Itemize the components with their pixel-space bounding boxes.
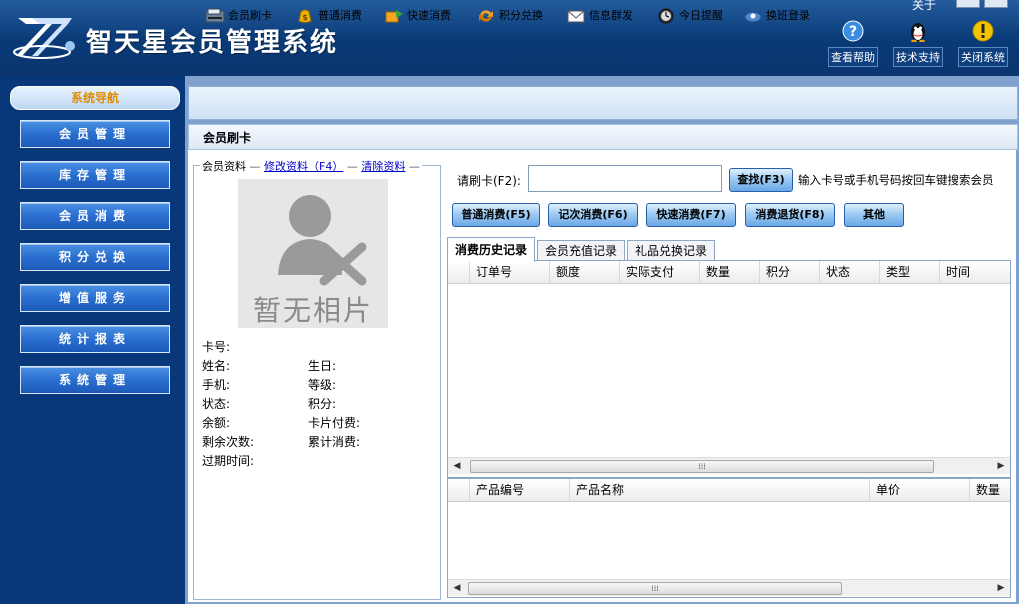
edit-profile-link[interactable]: 修改资料（F4） (264, 160, 343, 173)
maximize-button[interactable] (984, 0, 1008, 8)
field-birthday: 生日: (308, 359, 337, 373)
member-info-legend: 会员资料 — 修改资料（F4） — 清除资料 — (200, 158, 422, 174)
column-header[interactable]: 积分 (760, 261, 820, 283)
field-points: 积分: (308, 397, 337, 411)
toolbar-normal-spend[interactable]: $ 普通消费 (295, 6, 362, 26)
consumption-history-table[interactable]: 订单号 额度 实际支付 数量 积分 状态 类型 时间 ◀ ⁞⁞⁞ ▶ (447, 260, 1011, 478)
sidebar-item-member-management[interactable]: 会员管理 (20, 120, 170, 148)
sidebar-item-inventory-management[interactable]: 库存管理 (20, 161, 170, 189)
horizontal-scrollbar[interactable]: ◀ ⁞⁞⁞ ▶ (448, 457, 1010, 474)
product-detail-table[interactable]: 产品编号 产品名称 单价 数量 ◀ ⁞⁞⁞ ▶ (447, 478, 1011, 598)
tab-consumption-history[interactable]: 消费历史记录 (447, 237, 535, 262)
sidebar-item-system-management[interactable]: 系统管理 (20, 366, 170, 394)
toolbar-fast-spend[interactable]: 快速消费 (384, 6, 451, 26)
section-header (188, 124, 1018, 150)
shift-login-icon (744, 11, 762, 23)
field-status: 状态: (202, 397, 231, 411)
horizontal-scrollbar[interactable]: ◀ ⁞⁞⁞ ▶ (448, 579, 1010, 596)
sidebar-title: 系统导航 (10, 86, 180, 110)
field-card-number: 卡号: (202, 340, 231, 354)
field-total-spend: 累计消费: (308, 435, 361, 449)
column-header[interactable]: 单价 (870, 479, 970, 501)
fast-spend-icon (385, 10, 403, 23)
close-system-button[interactable]: 关闭系统 (958, 20, 1008, 67)
page-title: 会员刷卡 (203, 131, 252, 145)
card-number-input[interactable] (528, 165, 722, 192)
search-hint: 输入卡号或手机号码按回车键搜索会员 (798, 173, 994, 187)
toolbar-shift-login[interactable]: 换班登录 (743, 6, 810, 26)
toolbar-card-swipe[interactable]: 会员刷卡 (205, 6, 272, 26)
clear-profile-link[interactable]: 清除资料 (361, 160, 405, 173)
exchange-icon (479, 10, 493, 22)
sidebar-item-value-added-services[interactable]: 增值服务 (20, 284, 170, 312)
sidebar-item-member-consumption[interactable]: 会员消费 (20, 202, 170, 230)
member-photo-placeholder: 暂无相片 (238, 179, 388, 328)
row-indicator-header (448, 479, 470, 501)
column-header[interactable]: 产品编号 (470, 479, 570, 501)
column-header[interactable]: 状态 (820, 261, 880, 283)
svg-text:$: $ (302, 13, 308, 22)
tab-recharge-records[interactable]: 会员充值记录 (537, 240, 625, 261)
svg-text:?: ? (849, 24, 857, 40)
sidebar-item-points-exchange[interactable]: 积分兑换 (20, 243, 170, 271)
normal-spend-button[interactable]: 普通消费(F5) (452, 203, 540, 227)
scrollbar-thumb[interactable]: ⁞⁞⁞ (470, 460, 934, 473)
money-bag-icon: $ (298, 9, 312, 23)
no-photo-text: 暂无相片 (252, 294, 373, 327)
field-remaining-times: 剩余次数: (202, 435, 255, 449)
about-link[interactable]: 关于 (912, 0, 936, 13)
app-title: 智天星会员管理系统 (86, 28, 339, 58)
table-header: 订单号 额度 实际支付 数量 积分 状态 类型 时间 (448, 261, 1010, 284)
field-balance: 余额: (202, 416, 231, 430)
card-input-label: 请刷卡(F2): (457, 174, 521, 188)
field-phone: 手机: (202, 378, 231, 392)
column-header[interactable]: 额度 (550, 261, 620, 283)
support-button[interactable]: 技术支持 (893, 20, 943, 67)
scrollbar-thumb[interactable]: ⁞⁞⁞ (468, 582, 842, 595)
field-card-fee: 卡片付费: (308, 416, 361, 430)
sidebar-item-statistics-reports[interactable]: 统计报表 (20, 325, 170, 353)
help-button[interactable]: ? 查看帮助 (828, 20, 878, 67)
toolbar-points-exchange[interactable]: 积分兑换 (476, 6, 543, 26)
column-header[interactable]: 产品名称 (570, 479, 870, 501)
column-header[interactable]: 订单号 (470, 261, 550, 283)
window-controls (952, 0, 1008, 8)
column-header[interactable]: 时间 (940, 261, 1010, 283)
help-icon: ? (842, 20, 864, 42)
column-header[interactable]: 实际支付 (620, 261, 700, 283)
field-level: 等级: (308, 378, 337, 392)
row-indicator-header (448, 261, 470, 283)
clock-icon (658, 8, 674, 24)
app-logo (13, 18, 75, 59)
qq-penguin-icon (911, 23, 925, 42)
column-header[interactable]: 数量 (970, 479, 1010, 501)
mail-icon (567, 10, 585, 23)
scroll-left-arrow-icon[interactable]: ◀ (450, 581, 464, 595)
card-reader-icon (205, 8, 225, 23)
toolbar (188, 86, 1018, 120)
fast-spend-button[interactable]: 快速消费(F7) (646, 203, 736, 227)
field-name: 姓名: (202, 359, 231, 373)
return-goods-button[interactable]: 消费退货(F8) (745, 203, 835, 227)
tab-gift-exchange-records[interactable]: 礼品兑换记录 (627, 240, 715, 261)
scroll-left-arrow-icon[interactable]: ◀ (450, 459, 464, 473)
toolbar-today-reminder[interactable]: 今日提醒 (656, 6, 723, 26)
field-expiry-time: 过期时间: (202, 454, 255, 468)
column-header[interactable]: 数量 (700, 261, 760, 283)
warning-icon (972, 20, 994, 42)
scroll-right-arrow-icon[interactable]: ▶ (994, 459, 1008, 473)
table-header: 产品编号 产品名称 单价 数量 (448, 479, 1010, 502)
scroll-right-arrow-icon[interactable]: ▶ (994, 581, 1008, 595)
toolbar-mass-message[interactable]: 信息群发 (566, 6, 633, 26)
find-button[interactable]: 查找(F3) (729, 168, 793, 192)
minimize-button[interactable] (956, 0, 980, 8)
member-info-label: 会员资料 (202, 160, 246, 173)
column-header[interactable]: 类型 (880, 261, 940, 283)
other-button[interactable]: 其他 (844, 203, 904, 227)
count-spend-button[interactable]: 记次消费(F6) (548, 203, 638, 227)
